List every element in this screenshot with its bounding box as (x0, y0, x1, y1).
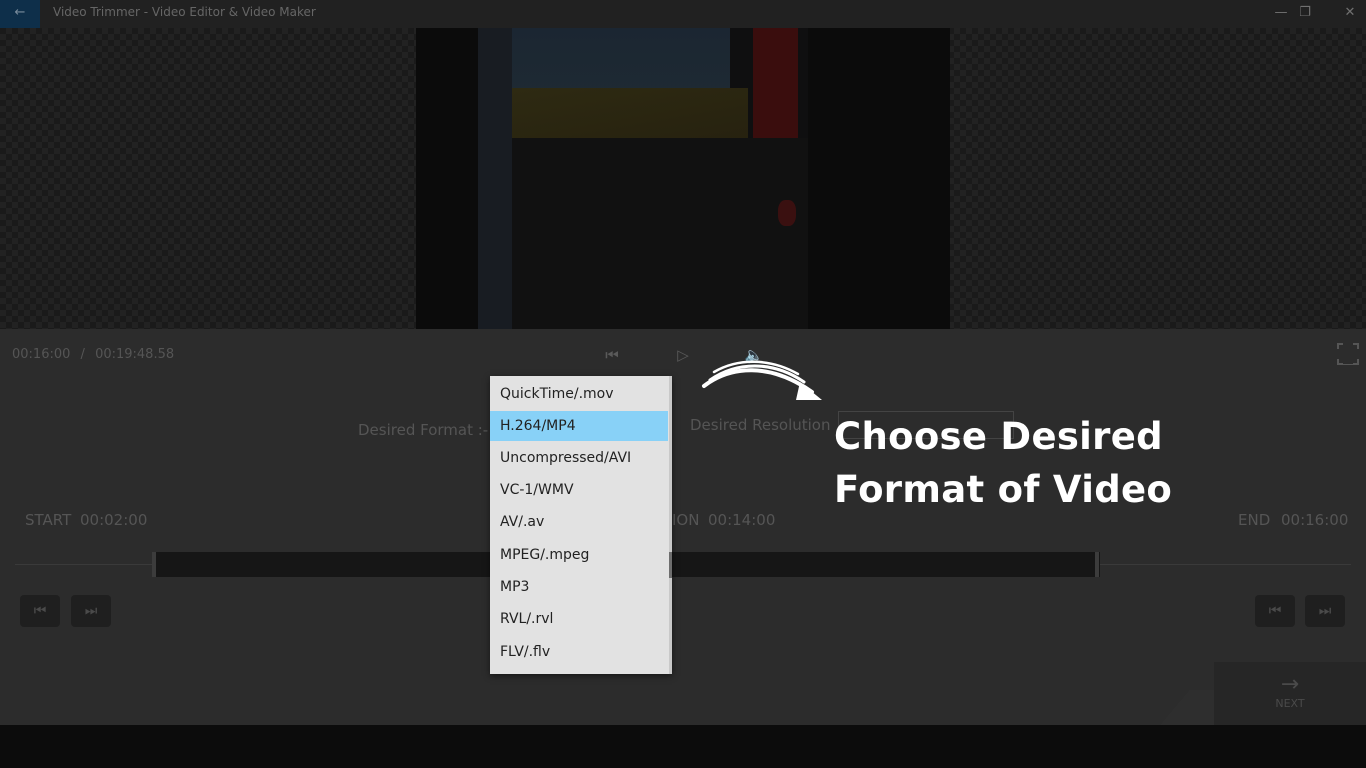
skip-back-button[interactable]: ⏮ (601, 344, 623, 366)
step-back-icon: ⏮ (1268, 603, 1282, 619)
next-button[interactable]: → NEXT (1214, 662, 1366, 725)
callout-line-2: Format of Video (834, 468, 1173, 511)
restore-icon: ❐ (1299, 5, 1311, 20)
video-scene-object (778, 200, 796, 226)
callout-text: Choose Desired Format of Video (834, 410, 1214, 516)
skip-back-icon: ⏮ (605, 346, 619, 364)
end-label: END (1238, 511, 1271, 529)
current-time: 00:16:00 (12, 347, 71, 362)
video-frame[interactable] (416, 28, 950, 329)
app-window: ← Video Trimmer - Video Editor & Video M… (0, 0, 1366, 725)
taskbar-area (0, 725, 1366, 768)
format-option[interactable]: RVL/.rvl (490, 604, 668, 634)
format-option[interactable]: MP3 (490, 572, 668, 602)
end-step-forward-button[interactable]: ⏭ (1305, 595, 1345, 627)
video-scene-curtain (753, 28, 798, 148)
video-content (478, 28, 808, 329)
format-dropdown-list[interactable]: QuickTime/.mov H.264/MP4 Uncompressed/AVI V… (490, 376, 672, 674)
arrow-right-icon: → (1280, 672, 1300, 697)
step-back-icon: ⏮ (33, 603, 47, 619)
format-option[interactable]: Uncompressed/AVI (490, 443, 668, 473)
dropdown-scrollbar[interactable] (669, 376, 672, 674)
duration-label: ION (672, 511, 700, 529)
format-option[interactable]: H.264/MP4 (490, 411, 668, 441)
window-title: Video Trimmer - Video Editor & Video Mak… (53, 5, 316, 19)
video-scene-door (478, 28, 512, 329)
trim-start-handle[interactable] (152, 552, 156, 577)
close-button[interactable]: ✕ (1327, 2, 1366, 24)
format-option[interactable]: VC-1/WMV (490, 475, 668, 505)
step-forward-icon: ⏭ (84, 603, 98, 619)
close-icon: ✕ (1344, 5, 1356, 20)
format-label: Desired Format :- (358, 421, 489, 439)
back-button[interactable]: ← (0, 0, 40, 28)
fullscreen-button[interactable] (1336, 342, 1360, 365)
trim-end-handle[interactable] (1095, 552, 1099, 577)
format-option[interactable]: AV/.av (490, 507, 668, 537)
start-label: START (25, 511, 72, 529)
start-step-forward-button[interactable]: ⏭ (71, 595, 111, 627)
total-time: 00:19:48.58 (95, 347, 175, 362)
start-time: 00:02:00 (80, 511, 148, 529)
title-bar: ← Video Trimmer - Video Editor & Video M… (0, 0, 1366, 28)
end-step-back-button[interactable]: ⏮ (1255, 595, 1295, 627)
step-forward-icon: ⏭ (1318, 603, 1332, 619)
back-arrow-icon: ← (14, 5, 26, 20)
format-option[interactable]: QuickTime/.mov (490, 379, 668, 409)
duration-time: 00:14:00 (708, 511, 776, 529)
play-button[interactable]: ▷ (672, 344, 694, 366)
next-label: NEXT (1275, 697, 1305, 710)
play-icon: ▷ (677, 346, 689, 364)
restore-button[interactable]: ❐ (1282, 2, 1328, 24)
time-separator: / (80, 347, 85, 362)
time-readout: 00:16:00 / 00:19:48.58 (12, 347, 174, 362)
dropdown-scrollbar-thumb[interactable] (669, 552, 672, 578)
format-option[interactable]: FLV/.flv (490, 637, 668, 667)
video-scene-wall (478, 138, 808, 329)
resolution-label: Desired Resolution (690, 416, 831, 434)
start-step-back-button[interactable]: ⏮ (20, 595, 60, 627)
end-time: 00:16:00 (1281, 511, 1349, 529)
format-option[interactable]: MPEG/.mpeg (490, 540, 668, 570)
callout-arrow-icon (702, 360, 822, 400)
video-preview-area (0, 28, 1366, 329)
callout-line-1: Choose Desired (834, 415, 1163, 458)
